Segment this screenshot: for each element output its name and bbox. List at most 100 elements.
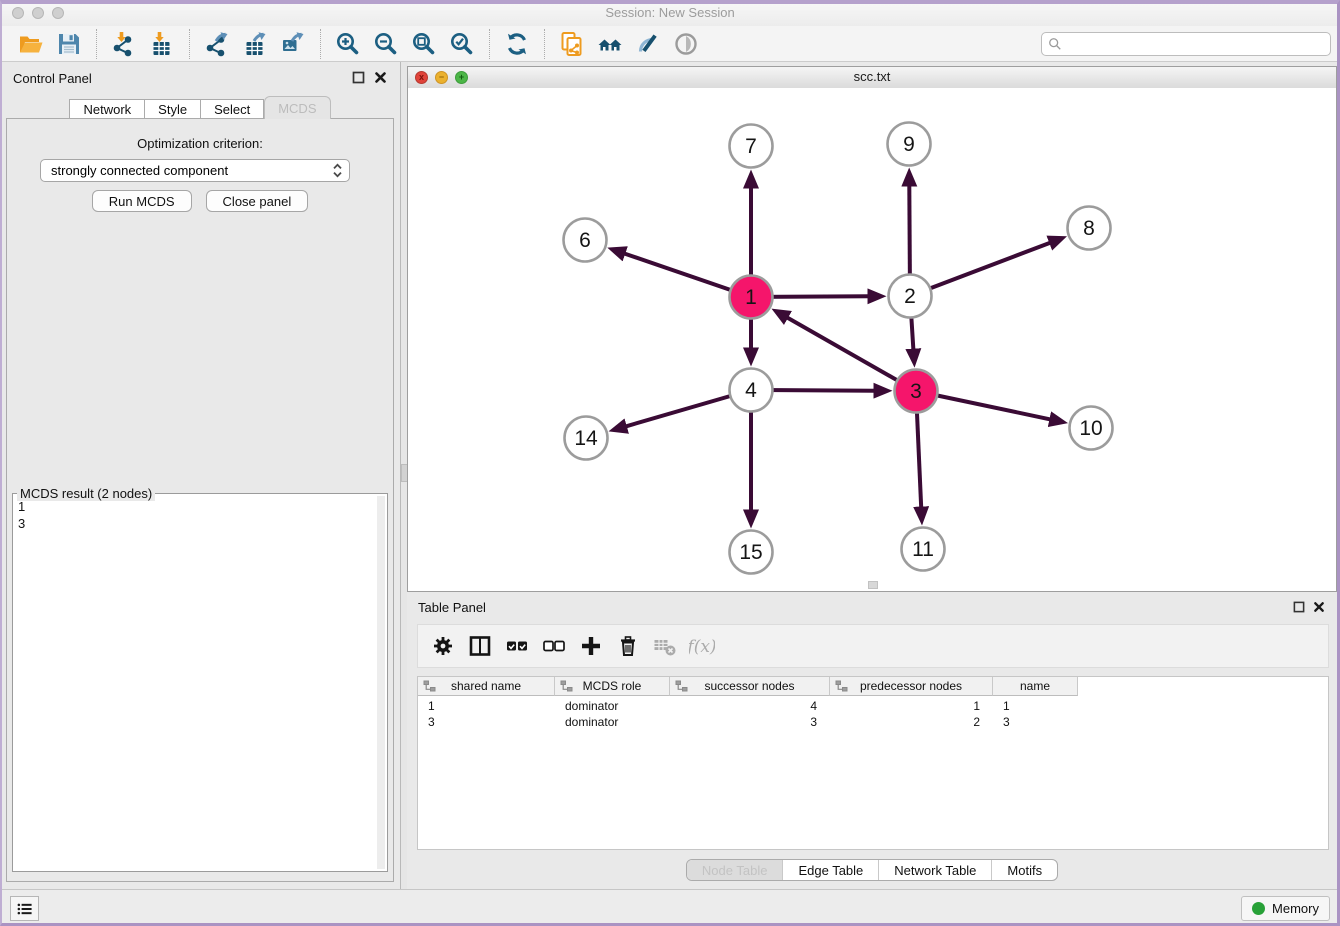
- window-close-button[interactable]: [12, 7, 24, 19]
- deselect-all-button[interactable]: [535, 628, 572, 664]
- graph-node-11[interactable]: 11: [902, 528, 945, 571]
- tab-motifs[interactable]: Motifs: [991, 860, 1057, 880]
- cell-MCDS-role[interactable]: dominator: [555, 715, 670, 729]
- graph-node-1[interactable]: 1: [730, 276, 773, 319]
- import-network-icon: [111, 31, 137, 57]
- column-label: MCDS role: [583, 679, 642, 693]
- float-panel-icon[interactable]: [352, 71, 365, 89]
- graph-node-8[interactable]: 8: [1068, 207, 1111, 250]
- search-box[interactable]: [1041, 32, 1331, 56]
- window-minimize-button[interactable]: [32, 7, 44, 19]
- graph-node-2[interactable]: 2: [889, 275, 932, 318]
- deselect-all-icon: [541, 633, 567, 659]
- svg-text:3: 3: [910, 380, 922, 403]
- column-header-successor-nodes[interactable]: successor nodes: [670, 677, 830, 696]
- delete-table-button: [646, 628, 683, 664]
- export-network-button[interactable]: [198, 29, 236, 59]
- svg-text:6: 6: [579, 229, 591, 252]
- graph-node-9[interactable]: 9: [888, 123, 931, 166]
- visual-style-button[interactable]: [629, 29, 667, 59]
- graph-node-10[interactable]: 10: [1070, 407, 1113, 450]
- svg-text:f(x): f(x): [689, 637, 715, 657]
- table-float-panel-icon[interactable]: [1293, 600, 1305, 618]
- tab-edge-table[interactable]: Edge Table: [782, 860, 878, 880]
- refresh-button[interactable]: [498, 29, 536, 59]
- eye-button[interactable]: [667, 29, 705, 59]
- close-panel-icon[interactable]: [374, 71, 387, 89]
- control-panel: Control Panel NetworkStyleSelectMCDS Opt…: [0, 62, 400, 890]
- graph-node-3[interactable]: 3: [895, 370, 938, 413]
- window-zoom-button[interactable]: [52, 7, 64, 19]
- open-session-button[interactable]: [12, 29, 50, 59]
- zoom-fit-icon: [411, 31, 437, 57]
- cell-name[interactable]: 3: [993, 715, 1078, 729]
- frame-close-button[interactable]: x: [415, 71, 428, 84]
- zoom-selected-button[interactable]: [443, 29, 481, 59]
- function-builder-icon: f(x): [689, 633, 715, 659]
- export-image-button[interactable]: [274, 29, 312, 59]
- cell-successor-nodes[interactable]: 4: [670, 699, 830, 713]
- settings-gear-button[interactable]: [424, 628, 461, 664]
- select-all-button[interactable]: [498, 628, 535, 664]
- refresh-icon: [504, 31, 530, 57]
- table-close-panel-icon[interactable]: [1313, 600, 1325, 618]
- network-frame-titlebar[interactable]: x − + scc.txt: [408, 67, 1336, 89]
- duplicate-network-button[interactable]: [553, 29, 591, 59]
- cell-shared-name[interactable]: 1: [418, 699, 555, 713]
- column-header-name[interactable]: name: [993, 677, 1078, 696]
- cell-MCDS-role[interactable]: dominator: [555, 699, 670, 713]
- delete-table-icon: [652, 633, 678, 659]
- home-button[interactable]: [591, 29, 629, 59]
- task-history-button[interactable]: [10, 896, 39, 921]
- column-header-MCDS-role[interactable]: MCDS role: [555, 677, 670, 696]
- column-header-predecessor-nodes[interactable]: predecessor nodes: [830, 677, 993, 696]
- mcds-result-text[interactable]: 1 3: [18, 498, 373, 868]
- split-panel-button[interactable]: [461, 628, 498, 664]
- cell-shared-name[interactable]: 3: [418, 715, 555, 729]
- column-type-icon: [423, 680, 436, 692]
- cell-predecessor-nodes[interactable]: 2: [830, 715, 993, 729]
- tab-network[interactable]: Network: [69, 99, 145, 119]
- column-header-shared-name[interactable]: shared name: [418, 677, 555, 696]
- tab-select[interactable]: Select: [201, 99, 264, 119]
- delete-columns-button[interactable]: [609, 628, 646, 664]
- save-session-button[interactable]: [50, 29, 88, 59]
- tab-mcds[interactable]: MCDS: [264, 96, 330, 119]
- tab-style[interactable]: Style: [145, 99, 201, 119]
- graph-node-15[interactable]: 15: [730, 531, 773, 574]
- export-table-icon: [242, 31, 268, 57]
- search-icon: [1048, 37, 1062, 51]
- table-row[interactable]: 3dominator323: [418, 714, 1328, 730]
- frame-maximize-button[interactable]: +: [455, 71, 468, 84]
- chevron-updown-icon: [332, 163, 343, 178]
- export-table-button[interactable]: [236, 29, 274, 59]
- search-input[interactable]: [1066, 36, 1324, 52]
- run-mcds-button[interactable]: Run MCDS: [92, 190, 192, 212]
- home-icon: [597, 31, 623, 57]
- graph-node-6[interactable]: 6: [564, 219, 607, 262]
- import-network-button[interactable]: [105, 29, 143, 59]
- zoom-fit-button[interactable]: [405, 29, 443, 59]
- table-row[interactable]: 1dominator411: [418, 698, 1328, 714]
- cell-successor-nodes[interactable]: 3: [670, 715, 830, 729]
- criterion-dropdown[interactable]: strongly connected component: [40, 159, 350, 182]
- memory-button[interactable]: Memory: [1241, 896, 1330, 921]
- frame-minimize-button[interactable]: −: [435, 71, 448, 84]
- add-column-button[interactable]: [572, 628, 609, 664]
- zoom-in-button[interactable]: [329, 29, 367, 59]
- import-table-button[interactable]: [143, 29, 181, 59]
- cell-predecessor-nodes[interactable]: 1: [830, 699, 993, 713]
- tab-network-table[interactable]: Network Table: [878, 860, 991, 880]
- graph-node-7[interactable]: 7: [730, 125, 773, 168]
- network-canvas[interactable]: 7 9 6 8 1 2 4 3 14 10 15 11: [408, 88, 1336, 591]
- graph-node-14[interactable]: 14: [565, 417, 608, 460]
- zoom-out-button[interactable]: [367, 29, 405, 59]
- canvas-resize-grip[interactable]: [868, 581, 878, 589]
- open-session-icon: [18, 31, 44, 57]
- result-scrollbar[interactable]: [377, 496, 385, 869]
- tab-node-table[interactable]: Node Table: [687, 860, 783, 880]
- cell-name[interactable]: 1: [993, 699, 1078, 713]
- close-panel-button[interactable]: Close panel: [206, 190, 309, 212]
- graph-node-4[interactable]: 4: [730, 369, 773, 412]
- select-all-icon: [504, 633, 530, 659]
